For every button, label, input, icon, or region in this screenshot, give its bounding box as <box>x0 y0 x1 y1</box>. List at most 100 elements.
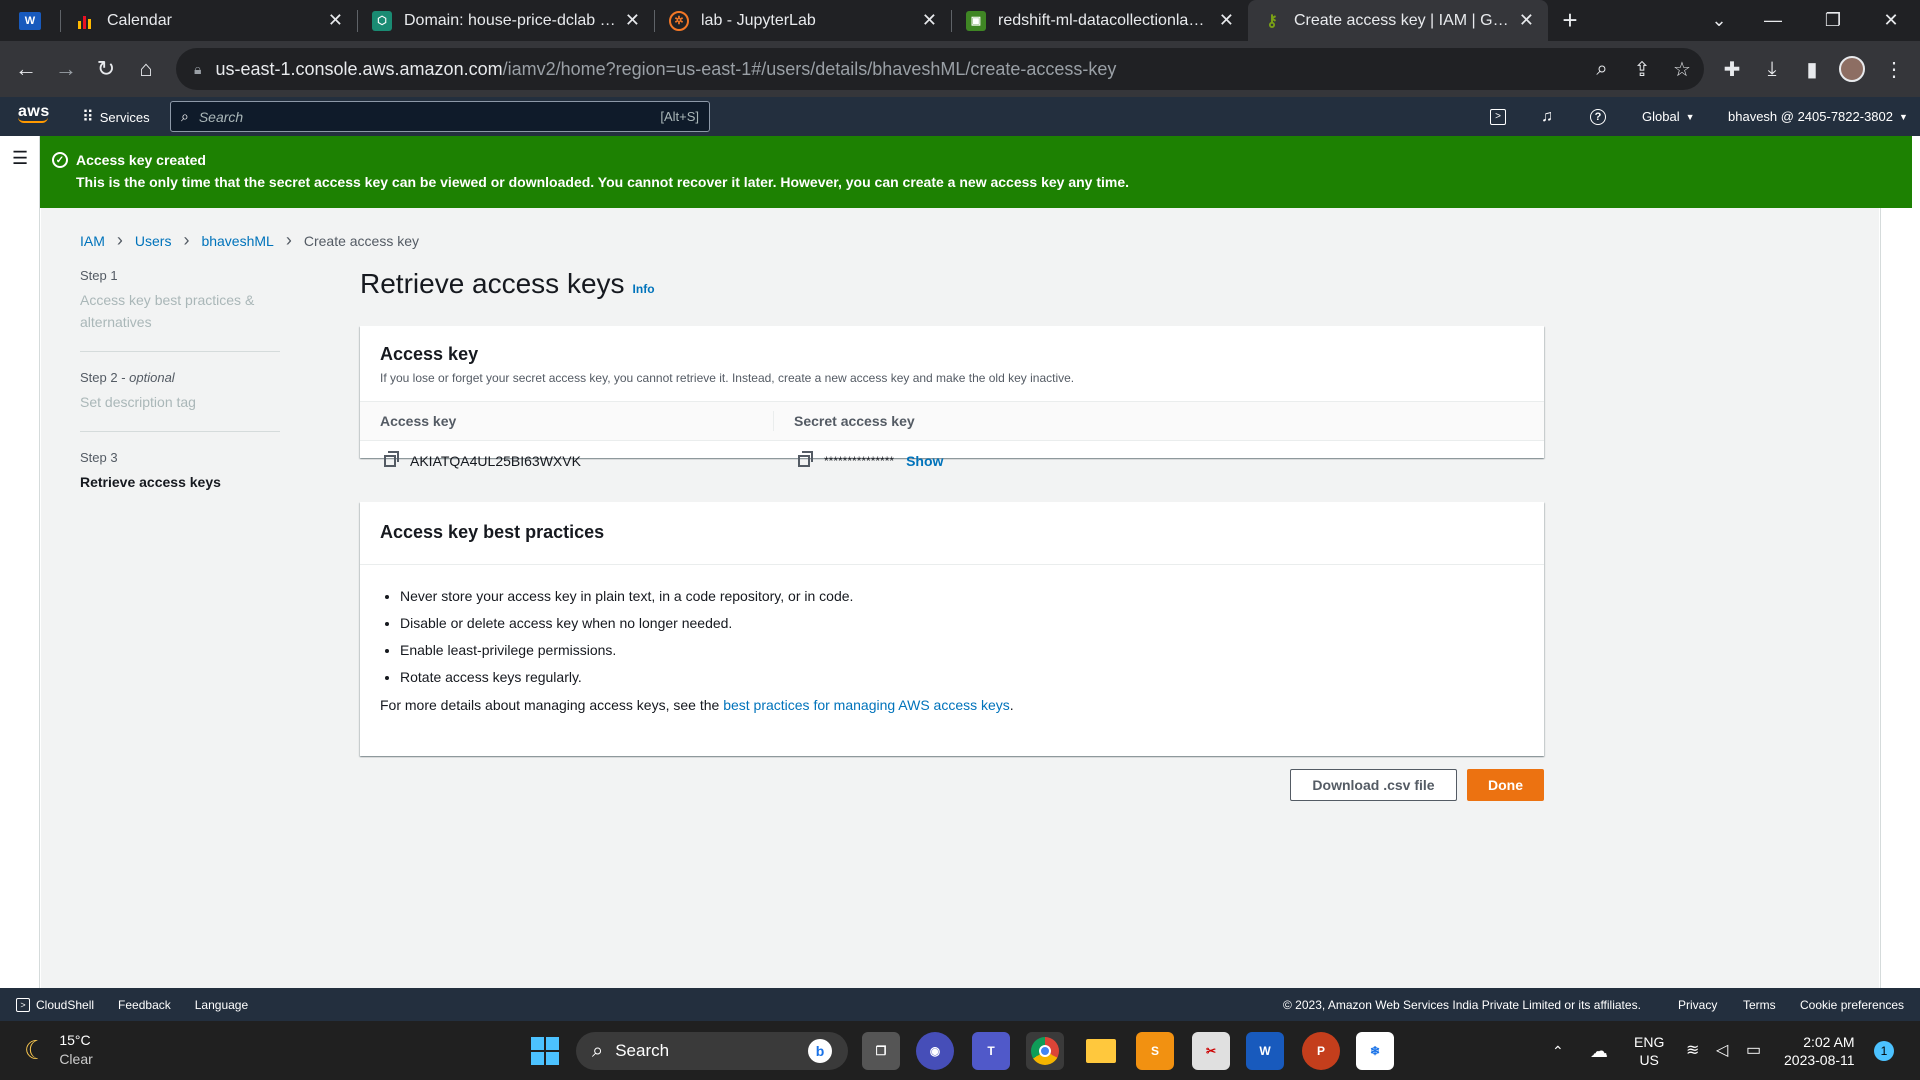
home-icon[interactable]: ⌂ <box>126 49 166 89</box>
chrome-icon[interactable] <box>1026 1032 1064 1070</box>
services-label: Services <box>99 109 150 125</box>
list-item: Never store your access key in plain tex… <box>400 583 1544 610</box>
snipping-tool-icon[interactable]: ✂ <box>1192 1032 1230 1070</box>
bookmark-star-icon[interactable]: ☆ <box>1662 49 1702 89</box>
close-tab-icon[interactable]: ✕ <box>1519 10 1534 31</box>
show-hidden-icons[interactable]: ⌃ <box>1552 1021 1564 1080</box>
share-icon[interactable]: ⇪ <box>1622 49 1662 89</box>
battery-icon[interactable]: ▭ <box>1746 1021 1761 1080</box>
services-menu-button[interactable]: ⠿ Services <box>82 107 150 127</box>
tab-calendar[interactable]: Calendar ✕ <box>61 0 357 41</box>
volume-icon[interactable]: ◁ <box>1716 1021 1728 1080</box>
breadcrumb-iam[interactable]: IAM <box>80 233 105 249</box>
help-icon[interactable]: ? <box>1590 97 1606 136</box>
new-tab-button[interactable]: + <box>1548 0 1592 41</box>
taskbar-search-label: Search <box>615 1041 670 1060</box>
forward-icon[interactable]: → <box>46 49 86 89</box>
privacy-link[interactable]: Privacy <box>1678 998 1717 1012</box>
sublime-text-icon[interactable]: S <box>1136 1032 1174 1070</box>
close-tab-icon[interactable]: ✕ <box>922 10 937 31</box>
tab-title: Calendar <box>107 11 172 29</box>
feedback-link[interactable]: Feedback <box>118 998 171 1012</box>
list-item: Rotate access keys regularly. <box>400 664 1544 691</box>
powerpoint-icon[interactable]: P <box>1302 1032 1340 1070</box>
notifications-bell-icon[interactable]: ♫ <box>1541 97 1553 136</box>
copy-icon[interactable] <box>384 451 399 467</box>
cloudshell-nav-icon[interactable]: > <box>1490 97 1506 136</box>
address-bar[interactable]: 🔒︎ us-east-1.console.aws.amazon.com/iamv… <box>176 48 1704 90</box>
close-tab-icon[interactable]: ✕ <box>1219 10 1234 31</box>
best-practices-heading: Access key best practices <box>380 522 605 542</box>
tab-jupyterlab[interactable]: ✲ lab - JupyterLab ✕ <box>655 0 951 41</box>
chevron-right-icon: › <box>116 230 123 250</box>
restore-icon[interactable]: ❐ <box>1810 0 1856 41</box>
back-icon[interactable]: ← <box>6 49 46 89</box>
windows-start-icon[interactable] <box>526 1032 564 1070</box>
calendar-app-icon <box>75 10 95 31</box>
caret-down-icon: ▼ <box>1685 111 1695 122</box>
close-tab-icon[interactable]: ✕ <box>328 10 343 31</box>
notification-badge[interactable]: 1 <box>1874 1041 1894 1061</box>
snowflake-icon[interactable]: ❄ <box>1356 1032 1394 1070</box>
profile-avatar[interactable] <box>1832 49 1872 89</box>
region-selector[interactable]: Global ▼ <box>1642 97 1695 136</box>
task-view-icon[interactable]: ❐ <box>862 1032 900 1070</box>
word-app-icon[interactable]: W <box>0 0 60 41</box>
tab-s3-bucket[interactable]: ▣ redshift-ml-datacollectionlab - S3 ✕ <box>952 0 1248 41</box>
close-tab-icon[interactable]: ✕ <box>625 10 640 31</box>
chat-icon[interactable]: ◉ <box>916 1032 954 1070</box>
hamburger-menu-icon[interactable]: ☰ <box>12 148 28 169</box>
file-explorer-icon[interactable] <box>1082 1032 1120 1070</box>
browser-menu-icon[interactable]: ⋮ <box>1874 49 1914 89</box>
best-practices-link[interactable]: best practices for managing AWS access k… <box>723 697 1010 713</box>
copy-icon[interactable] <box>798 451 813 467</box>
tab-sagemaker-domain[interactable]: ⬡ Domain: house-price-dclab | Dom ✕ <box>358 0 654 41</box>
terminal-icon: > <box>16 997 30 1012</box>
tab-create-access-key[interactable]: ⚷ Create access key | IAM | Global ✕ <box>1248 0 1548 41</box>
close-window-icon[interactable]: ✕ <box>1868 0 1914 41</box>
teams-icon[interactable]: T <box>972 1032 1010 1070</box>
weather-widget[interactable]: ☾ 15°C Clear <box>24 1031 93 1069</box>
more-suffix: . <box>1009 697 1014 713</box>
language-indicator[interactable]: ENG US <box>1634 1021 1664 1080</box>
wifi-icon[interactable]: ≋ <box>1686 1021 1699 1080</box>
download-csv-button[interactable]: Download .csv file <box>1290 769 1457 801</box>
minimize-icon[interactable]: — <box>1750 0 1796 41</box>
search-placeholder: Search <box>198 108 244 125</box>
aws-search-input[interactable]: ⌕ Search [Alt+S] <box>170 101 710 132</box>
account-menu[interactable]: bhavesh @ 2405-7822-3802 ▼ <box>1728 97 1908 136</box>
tab-title: lab - JupyterLab <box>701 11 816 29</box>
done-button[interactable]: Done <box>1467 769 1544 801</box>
wizard-step-3: Step 3 Retrieve access keys <box>80 450 280 511</box>
windows-taskbar: ☾ 15°C Clear ⌕ Search b ❐ ◉ T S ✂ W P ❄ … <box>0 1021 1920 1080</box>
cookie-preferences-link[interactable]: Cookie preferences <box>1800 998 1904 1012</box>
page-title: Retrieve access keys Info <box>360 268 655 300</box>
step-label: Access key best practices & alternatives <box>80 292 255 330</box>
aws-logo[interactable]: aws <box>18 103 50 123</box>
taskbar-search-box[interactable]: ⌕ Search b <box>576 1032 848 1070</box>
breadcrumb-users[interactable]: Users <box>135 233 172 249</box>
tab-search-icon[interactable]: ⌄ <box>1696 0 1742 41</box>
word-icon[interactable]: W <box>1246 1032 1284 1070</box>
reload-icon[interactable]: ↻ <box>86 49 126 89</box>
access-key-value: AKIATQA4UL25BI63WXVK <box>410 453 581 469</box>
show-secret-link[interactable]: Show <box>906 453 943 469</box>
side-panel-icon[interactable]: ▮ <box>1792 49 1832 89</box>
breadcrumb-user[interactable]: bhaveshML <box>201 233 273 249</box>
extensions-icon[interactable]: ✚ <box>1712 49 1752 89</box>
zoom-icon[interactable]: ⌕ <box>1582 49 1622 89</box>
access-key-table-header: Access key Secret access key <box>360 401 1544 441</box>
language-link[interactable]: Language <box>195 998 248 1012</box>
clock-time: 2:02 AM <box>1803 1033 1855 1050</box>
cloudshell-button[interactable]: > CloudShell <box>16 997 95 1012</box>
list-item: Enable least-privilege permissions. <box>400 637 1544 664</box>
column-access-key: Access key <box>360 411 774 431</box>
download-icon[interactable]: ⤓ <box>1752 49 1792 89</box>
terms-link[interactable]: Terms <box>1743 998 1776 1012</box>
info-link[interactable]: Info <box>633 282 655 296</box>
onedrive-icon[interactable]: ☁ <box>1590 1021 1608 1080</box>
cloudshell-label: CloudShell <box>36 997 95 1012</box>
clock[interactable]: 2:02 AM 2023-08-11 <box>1784 1021 1855 1080</box>
copyright-text: © 2023, Amazon Web Services India Privat… <box>1283 998 1641 1012</box>
lock-icon[interactable]: 🔒︎ <box>194 61 201 78</box>
